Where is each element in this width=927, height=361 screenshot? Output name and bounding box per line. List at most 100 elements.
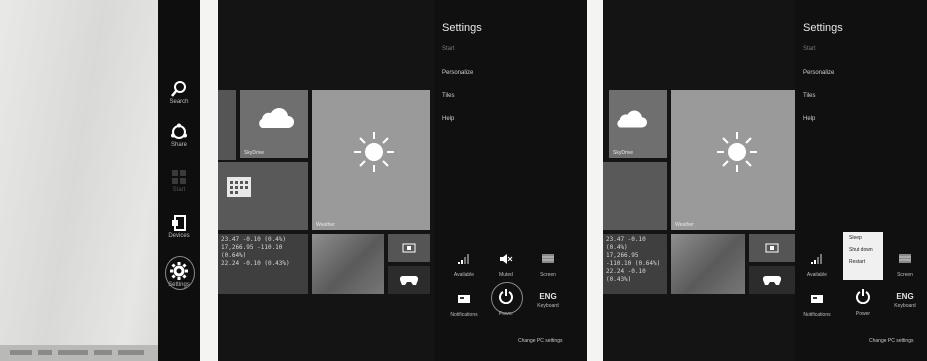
tile-skydrive[interactable]: SkyDrive	[609, 90, 667, 158]
power-label: Power	[855, 311, 871, 317]
notifications-label: Notifications	[450, 312, 478, 318]
screen-brightness-icon	[899, 254, 911, 263]
gamepad-icon	[763, 275, 781, 285]
settings-item-help[interactable]: Help	[803, 116, 815, 122]
stock-line: 17,266.95 -110.10 (0.64%)	[606, 252, 661, 267]
tile-skydrive[interactable]: SkyDrive	[240, 90, 308, 158]
notifications-label: Notifications	[803, 312, 831, 318]
share-icon	[171, 123, 187, 139]
charm-search[interactable]: Search	[158, 80, 200, 116]
settings-item-tiles[interactable]: Tiles	[442, 93, 454, 99]
charm-share[interactable]: Share	[158, 123, 200, 159]
notifications-button[interactable]: Notifications	[448, 292, 480, 318]
keyboard-button[interactable]: ENG Keyboard	[532, 292, 564, 309]
screen-label: Screen	[897, 272, 913, 278]
change-pc-settings-link[interactable]: Change PC settings	[869, 338, 913, 344]
tile-calendar[interactable]	[218, 162, 308, 230]
power-option-shut-down[interactable]: Shut down	[843, 244, 883, 256]
charm-devices[interactable]: Devices	[158, 214, 200, 250]
stock-line: 22.24 -0.10 (0.43%)	[221, 260, 290, 267]
volume-label: Muted	[499, 272, 513, 278]
cloud-icon	[617, 110, 647, 128]
screen-button[interactable]: Screen	[532, 252, 564, 278]
power-option-restart[interactable]: Restart	[843, 256, 883, 268]
desktop-with-charms-panel: Search Share Start Devices Settings	[0, 0, 200, 361]
tile-calendar[interactable]	[603, 162, 667, 230]
video-icon	[402, 243, 416, 253]
stock-line: 22.24 -0.10 (0.43%)	[606, 268, 646, 283]
tile-games[interactable]	[388, 266, 430, 294]
gamepad-icon	[400, 275, 418, 285]
settings-pane: Settings Start Personalize Tiles Help Av…	[795, 0, 927, 361]
power-menu-panel: SkyDrive Weather 23.47 -0.10 (0.4%) 17,2…	[603, 0, 927, 361]
devices-icon	[172, 215, 186, 231]
tile-video[interactable]	[388, 234, 430, 262]
network-button[interactable]: Available	[801, 252, 833, 278]
keyboard-button[interactable]: ENG Keyboard	[889, 292, 921, 309]
tile-skydrive-label: SkyDrive	[244, 150, 265, 156]
tile-weather-label: Weather	[675, 222, 694, 228]
settings-pane: Settings Start Personalize Tiles Help Av…	[434, 0, 587, 361]
change-pc-settings-link[interactable]: Change PC settings	[518, 338, 562, 344]
volume-muted-icon	[500, 254, 513, 264]
settings-item-personalize[interactable]: Personalize	[442, 70, 473, 76]
tile-skydrive-label: SkyDrive	[613, 150, 634, 156]
stock-line: 23.47 -0.10 (0.4%)	[606, 236, 646, 251]
power-highlight-ring	[491, 282, 523, 314]
keyboard-language: ENG	[539, 292, 557, 301]
power-button[interactable]: Power	[847, 288, 879, 317]
sun-icon	[717, 132, 757, 172]
settings-item-start[interactable]: Start	[442, 46, 455, 52]
keyboard-label: Keyboard	[894, 303, 916, 309]
tile-finance[interactable]: 23.47 -0.10 (0.4%) 17,266.95 -110.10 (0.…	[218, 234, 308, 294]
screen-label: Screen	[540, 272, 556, 278]
settings-title: Settings	[803, 22, 843, 34]
network-button[interactable]: Available	[448, 252, 480, 278]
stock-line: 23.47 -0.10 (0.4%)	[221, 236, 287, 243]
sun-icon	[354, 132, 394, 172]
power-icon	[856, 289, 870, 305]
screen-brightness-icon	[542, 254, 554, 263]
tile-finance[interactable]: 23.47 -0.10 (0.4%) 17,266.95 -110.10 (0.…	[603, 234, 667, 294]
keyboard-label: Keyboard	[537, 303, 559, 309]
stock-line: 17,266.95 -110.10 (0.64%)	[221, 244, 283, 259]
notifications-button[interactable]: Notifications	[801, 292, 833, 318]
tile-photos[interactable]	[312, 234, 384, 294]
charm-search-label: Search	[169, 99, 189, 105]
charms-bar: Search Share Start Devices Settings	[158, 0, 200, 361]
charm-start[interactable]: Start	[158, 168, 200, 204]
tile-video[interactable]	[749, 234, 795, 262]
tile-photos[interactable]	[671, 234, 745, 294]
cloud-icon	[259, 108, 294, 128]
tile-weather[interactable]: Weather	[671, 90, 795, 230]
power-option-sleep[interactable]: Sleep	[843, 232, 883, 244]
volume-button[interactable]: Muted	[490, 252, 522, 278]
tile-weather-label: Weather	[316, 222, 335, 228]
search-icon	[171, 81, 186, 97]
keyboard-language: ENG	[896, 292, 914, 301]
network-label: Available	[453, 272, 475, 278]
settings-highlight-ring	[165, 256, 195, 290]
screen-button[interactable]: Screen	[889, 252, 921, 278]
windows-logo-icon	[172, 170, 186, 184]
charm-start-label: Start	[172, 187, 186, 193]
charm-share-label: Share	[170, 142, 187, 148]
network-icon	[811, 254, 822, 264]
network-label: Available	[806, 272, 828, 278]
settings-item-personalize[interactable]: Personalize	[803, 70, 834, 76]
tile-partial[interactable]	[218, 90, 236, 160]
video-icon	[765, 243, 779, 253]
settings-item-tiles[interactable]: Tiles	[803, 93, 815, 99]
notifications-icon	[811, 295, 823, 303]
settings-pane-panel: SkyDrive Weather 23.47 -0.10 (0.4%) 17,2…	[218, 0, 587, 361]
settings-item-start[interactable]: Start	[803, 46, 816, 52]
calendar-icon	[227, 177, 251, 197]
settings-title: Settings	[442, 22, 482, 34]
settings-item-help[interactable]: Help	[442, 116, 454, 122]
power-menu: Sleep Shut down Restart	[843, 232, 883, 280]
taskbar-strip	[0, 345, 160, 361]
tile-weather[interactable]: Weather	[312, 90, 430, 230]
charm-devices-label: Devices	[168, 233, 190, 239]
notifications-icon	[458, 295, 470, 303]
tile-games[interactable]	[749, 266, 795, 294]
